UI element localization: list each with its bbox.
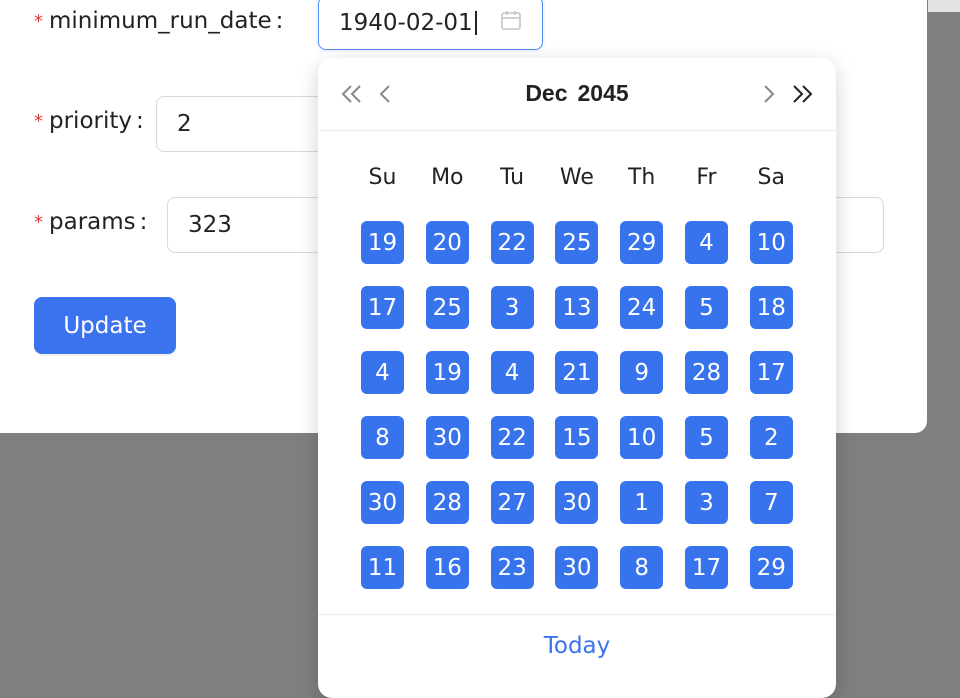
text-caret (474, 11, 477, 35)
day-cell[interactable]: 1 (620, 481, 664, 524)
form-row-minimum-run-date: * minimum_run_date : (34, 8, 283, 34)
double-right-icon[interactable] (788, 80, 816, 108)
day-cell[interactable]: 18 (749, 286, 793, 329)
day-cell[interactable]: 30 (555, 481, 599, 524)
day-cell[interactable]: 15 (555, 416, 599, 459)
input-value: 2 (177, 111, 192, 137)
day-cell[interactable]: 9 (620, 351, 664, 394)
day-cell[interactable]: 28 (425, 481, 469, 524)
day-cell[interactable]: 24 (620, 286, 664, 329)
day-cell[interactable]: 17 (749, 351, 793, 394)
field-label: * priority : (34, 108, 144, 134)
required-mark: * (34, 211, 43, 233)
day-cell[interactable]: 22 (490, 221, 534, 264)
day-cell[interactable]: 25 (425, 286, 469, 329)
required-mark: * (34, 10, 43, 32)
label-text: params (49, 209, 136, 235)
day-cell[interactable]: 7 (749, 481, 793, 524)
day-cell[interactable]: 29 (749, 546, 793, 589)
day-cell[interactable]: 25 (555, 221, 599, 264)
weekday-label: Th (627, 165, 656, 190)
day-cell[interactable]: 30 (361, 481, 404, 524)
form-row-priority: * priority : (34, 108, 144, 134)
day-cell[interactable]: 2 (749, 416, 793, 459)
day-cell[interactable]: 5 (685, 416, 728, 459)
input-value: 1940-02-01 (339, 10, 473, 36)
required-mark: * (34, 110, 43, 132)
day-cell[interactable]: 11 (361, 546, 404, 589)
day-cell[interactable]: 10 (749, 221, 793, 264)
background-strip (928, 0, 960, 12)
day-cell[interactable]: 8 (361, 416, 404, 459)
day-cell[interactable]: 30 (555, 546, 599, 589)
field-label: * params : (34, 209, 147, 235)
today-button[interactable]: Today (318, 633, 836, 659)
input-value: 323 (188, 212, 232, 238)
day-cell[interactable]: 29 (620, 221, 664, 264)
form-row-params: * params : (34, 209, 147, 235)
weekday-label: Fr (696, 165, 717, 190)
day-cell[interactable]: 16 (425, 546, 469, 589)
day-cell[interactable]: 3 (685, 481, 728, 524)
day-cell[interactable]: 4 (361, 351, 404, 394)
day-cell[interactable]: 4 (490, 351, 534, 394)
minimum-run-date-input[interactable]: 1940-02-01 (318, 0, 543, 50)
day-cell[interactable]: 28 (685, 351, 728, 394)
label-colon: : (139, 209, 148, 235)
day-cell[interactable]: 30 (425, 416, 469, 459)
day-cell[interactable]: 22 (490, 416, 534, 459)
day-cell[interactable]: 13 (555, 286, 599, 329)
day-cell[interactable]: 20 (425, 221, 469, 264)
weekday-label: Sa (757, 165, 785, 190)
weekday-label: Su (368, 165, 397, 190)
year-button[interactable]: 2045 (578, 80, 629, 106)
month-button[interactable]: Dec (525, 80, 567, 106)
label-text: minimum_run_date (49, 8, 272, 34)
label-colon: : (136, 108, 144, 134)
day-cell[interactable]: 3 (490, 286, 534, 329)
right-icon[interactable] (754, 80, 782, 108)
calendar-icon[interactable] (500, 9, 522, 31)
day-cell[interactable]: 19 (361, 221, 404, 264)
weekday-label: We (559, 165, 594, 190)
day-cell[interactable]: 19 (425, 351, 469, 394)
weekday-label: Tu (500, 165, 525, 190)
datepicker-popup: Dec 2045 Su Mo Tu We Th Fr Sa 19 20 22 25 29 4… (318, 58, 836, 698)
day-cell[interactable]: 17 (685, 546, 728, 589)
weekday-header: Su Mo Tu We Th Fr Sa (361, 165, 815, 190)
weekday-label: Mo (431, 165, 464, 190)
day-cell[interactable]: 5 (685, 286, 728, 329)
day-cell[interactable]: 27 (490, 481, 534, 524)
label-text: priority (49, 108, 132, 134)
field-label: * minimum_run_date : (34, 8, 283, 34)
datepicker-header: Dec 2045 (318, 58, 836, 131)
day-cell[interactable]: 23 (490, 546, 534, 589)
day-cell[interactable]: 17 (361, 286, 404, 329)
label-colon: : (275, 8, 284, 34)
day-cell[interactable]: 8 (620, 546, 664, 589)
day-cell[interactable]: 4 (685, 221, 728, 264)
day-cell[interactable]: 10 (620, 416, 664, 459)
day-cell[interactable]: 21 (555, 351, 599, 394)
datepicker-footer: Today (318, 614, 836, 685)
update-button[interactable]: Update (34, 297, 176, 354)
